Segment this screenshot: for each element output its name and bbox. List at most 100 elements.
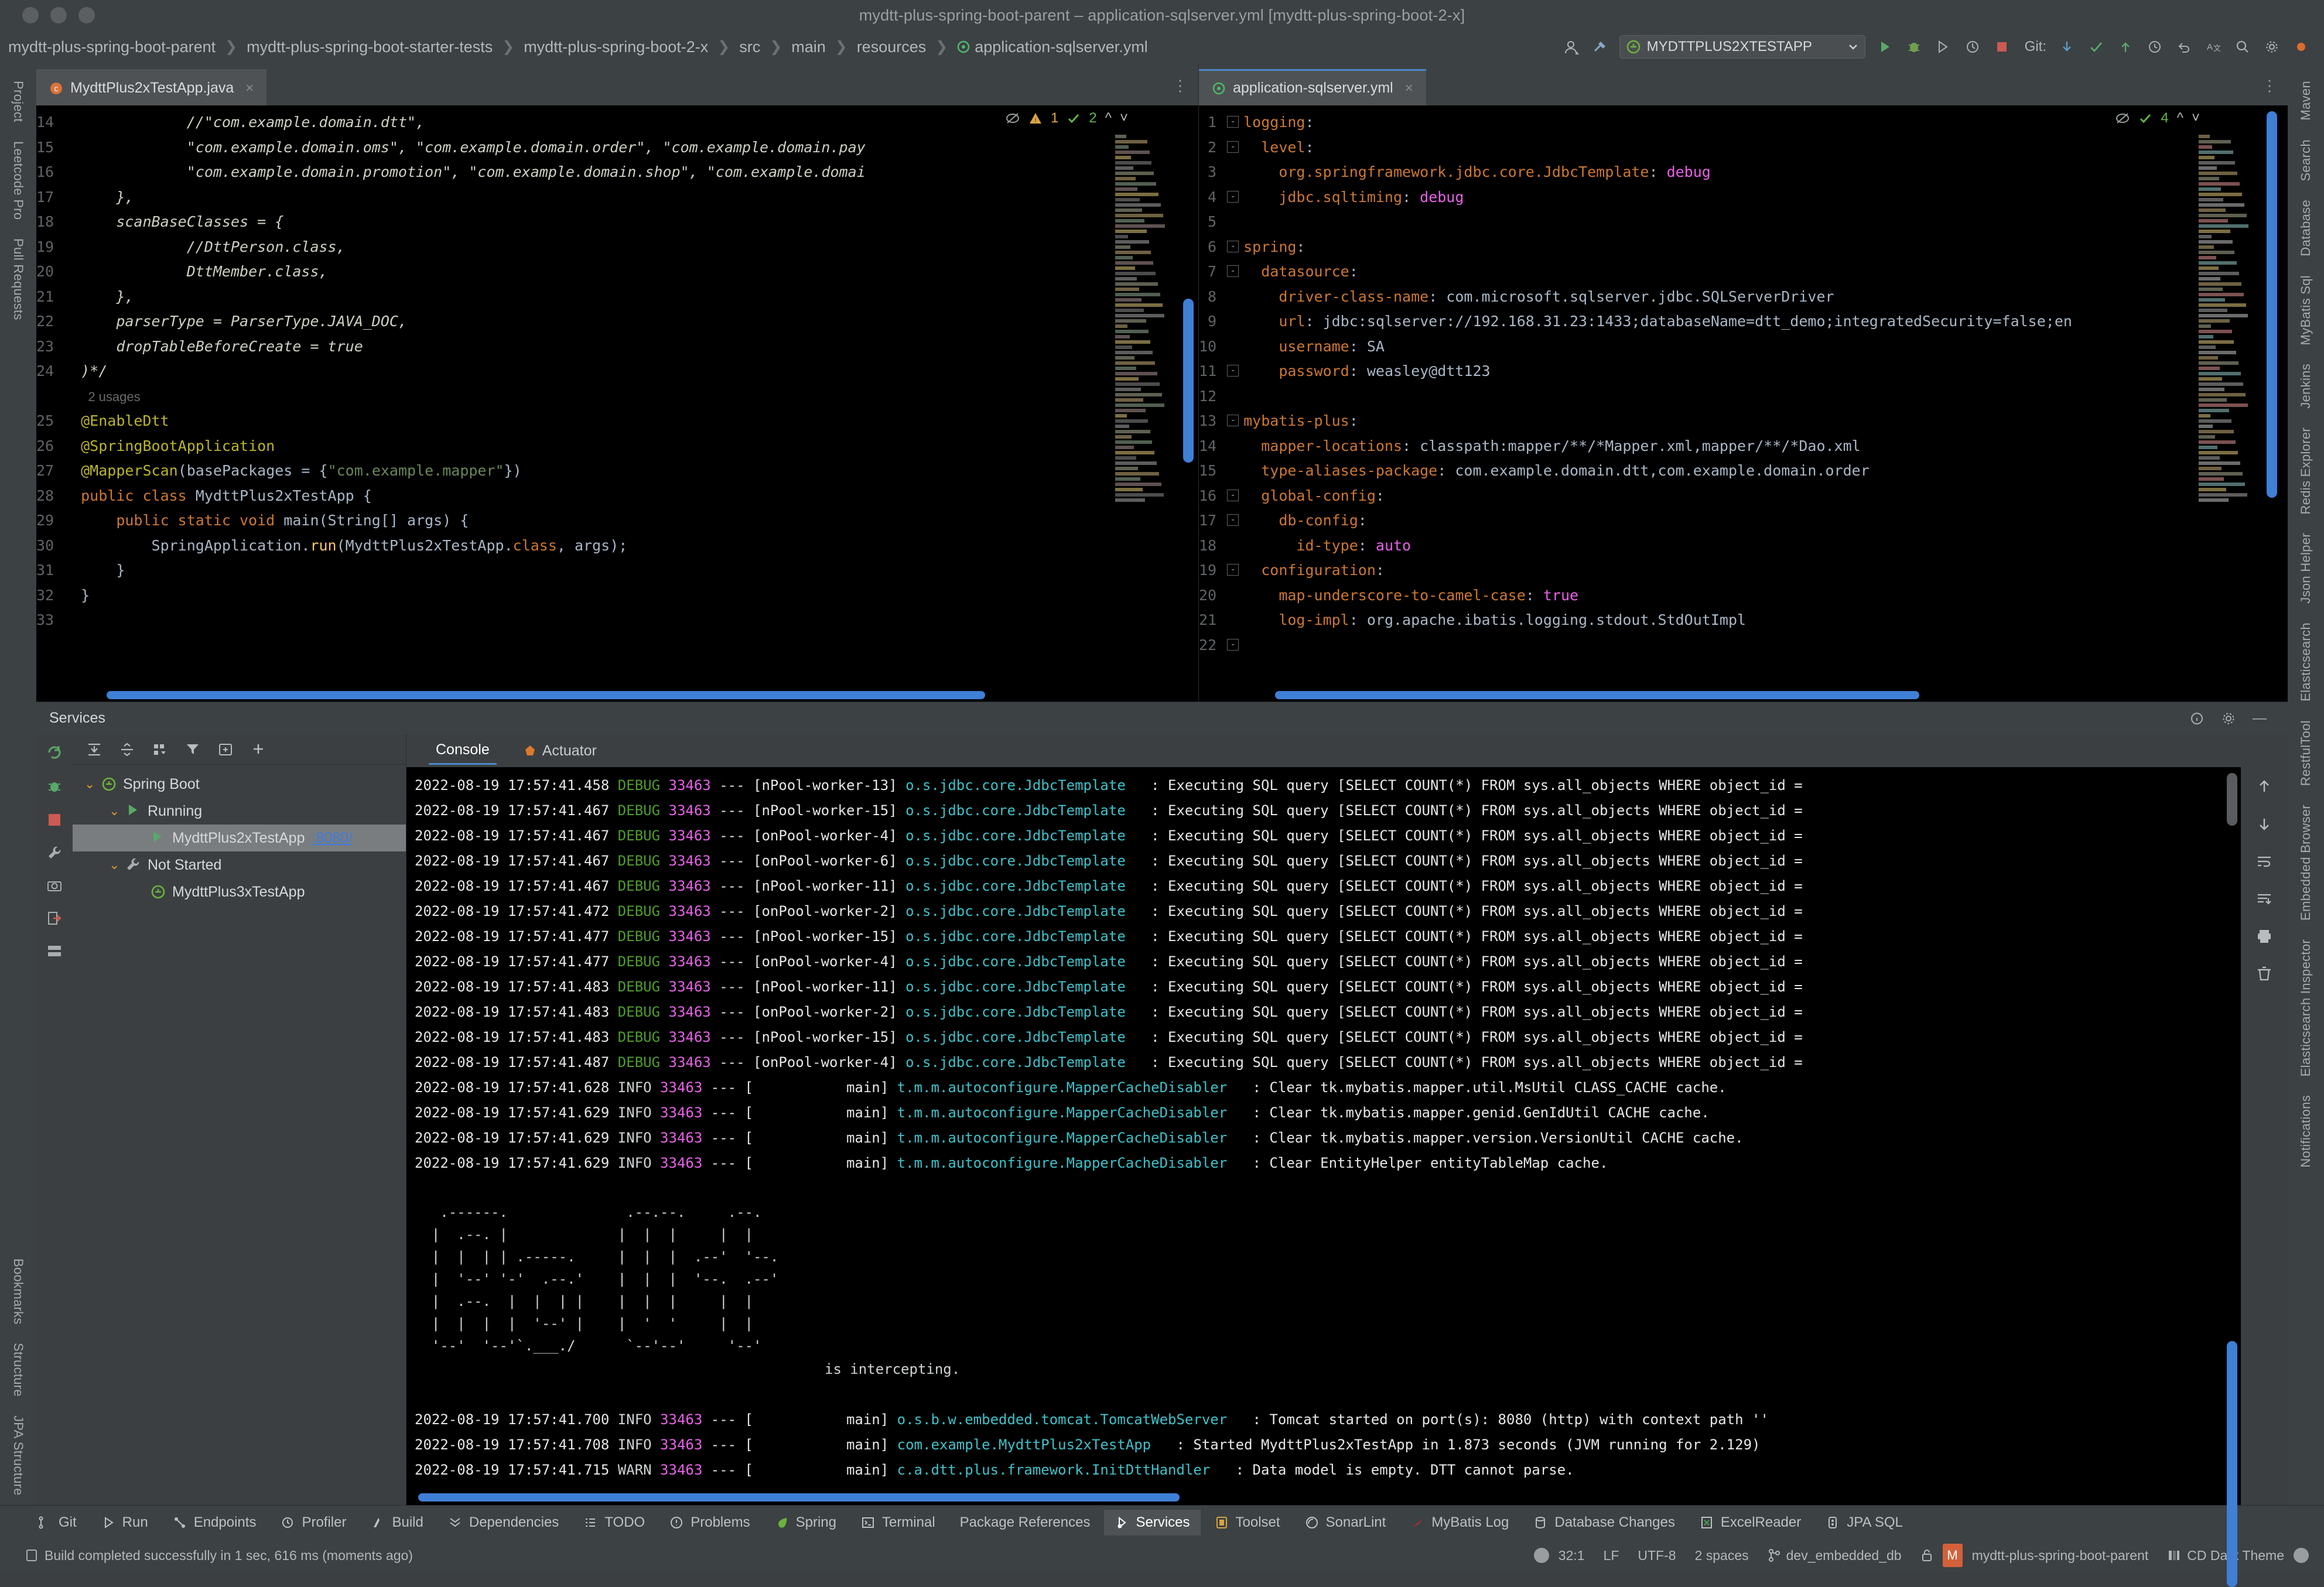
line-separator[interactable]: LF xyxy=(1604,1548,1619,1564)
code-text-yaml[interactable]: logging: level: org.springframework.jdbc… xyxy=(1243,105,2288,702)
right-sidebar-item-mybatis-sql[interactable]: MyBatis Sql xyxy=(2298,275,2313,345)
console-output-area[interactable]: 2022-08-19 17:57:41.458 DEBUG 33463 --- … xyxy=(406,767,2288,1505)
tab-application-sqlserver-yml[interactable]: application-sqlserver.yml × xyxy=(1199,69,1426,105)
fold-marker[interactable]: - xyxy=(1227,191,1239,203)
tool-window-button-excelreader[interactable]: ExcelReader xyxy=(1689,1510,1812,1535)
code-text-java[interactable]: //"com.example.domain.dtt", "com.example… xyxy=(81,105,1198,702)
editor-hscrollbar-java[interactable] xyxy=(107,691,985,699)
right-sidebar-item-restfultool[interactable]: RestfulTool xyxy=(2298,720,2313,786)
tool-window-button-profiler[interactable]: Profiler xyxy=(270,1510,357,1535)
services-tree-row[interactable]: ⌄Not Started xyxy=(73,851,406,878)
memory-indicator[interactable]: M xyxy=(1943,1544,1963,1567)
right-sidebar-item-jenkins[interactable]: Jenkins xyxy=(2298,364,2313,409)
right-sidebar-item-redis-explorer[interactable]: Redis Explorer xyxy=(2298,427,2313,514)
add-service-icon[interactable] xyxy=(251,742,266,757)
editor-hscrollbar-yaml[interactable] xyxy=(1275,691,1919,699)
run-with-coverage-button[interactable] xyxy=(1932,35,1955,59)
prev-highlight-icon[interactable]: ^ xyxy=(2177,110,2183,126)
console-scrollbar[interactable] xyxy=(2227,773,2237,826)
services-help-icon[interactable] xyxy=(2189,711,2205,726)
tool-window-button-spring[interactable]: Spring xyxy=(764,1510,847,1535)
right-sidebar-item-elasticsearch[interactable]: Elasticsearch xyxy=(2298,623,2313,702)
clear-all-icon[interactable] xyxy=(2255,965,2273,983)
collapse-all-icon[interactable] xyxy=(119,742,135,757)
stop-button[interactable] xyxy=(1990,35,2014,59)
fold-marker[interactable]: - xyxy=(1227,265,1239,277)
fold-marker[interactable]: - xyxy=(1227,116,1239,128)
chevron-down-icon[interactable] xyxy=(1847,41,1859,53)
notifications-icon[interactable] xyxy=(2289,35,2313,59)
sidebar-item-project[interactable]: Project xyxy=(11,81,26,122)
readonly-toggle-icon[interactable] xyxy=(1920,1548,1933,1562)
translate-icon[interactable]: A文 xyxy=(2202,35,2225,59)
sidebar-item-leetcode-pro[interactable]: Leetcode Pro xyxy=(11,141,26,220)
add-tab-icon[interactable] xyxy=(218,742,233,757)
breadcrumb[interactable]: mydtt-plus-spring-boot-parent ❯ mydtt-pl… xyxy=(8,38,1148,56)
rerun-icon[interactable] xyxy=(46,744,63,761)
group-icon[interactable] xyxy=(152,742,168,757)
fold-marker[interactable]: - xyxy=(1227,490,1239,501)
code-area-yaml[interactable]: 12345678910111213141516171819202122 ----… xyxy=(1199,105,2288,702)
editor-options-kebab-icon[interactable]: ⋮ xyxy=(1162,77,1198,105)
fold-marker[interactable]: - xyxy=(1227,415,1239,426)
theme-indicator[interactable]: CD Dark Theme xyxy=(2167,1548,2284,1564)
right-sidebar-item-maven[interactable]: Maven xyxy=(2298,81,2313,121)
console-scrollbar-thumb[interactable] xyxy=(2227,1341,2237,1587)
inspection-widget-yaml[interactable]: 4 ^ ˅ xyxy=(2115,110,2200,126)
tool-window-button-package-references[interactable]: Package References xyxy=(949,1510,1101,1535)
tab-mydttplus2xtestapp-java[interactable]: C MydttPlus2xTestApp.java × xyxy=(36,69,266,105)
tab-actuator[interactable]: Actuator xyxy=(517,738,604,764)
console-output[interactable]: 2022-08-19 17:57:41.458 DEBUG 33463 --- … xyxy=(406,767,2241,1505)
profile-button[interactable] xyxy=(1961,35,1984,59)
fold-gutter-yaml[interactable]: ----------- xyxy=(1222,105,1243,702)
wrench-icon[interactable] xyxy=(46,844,63,861)
breadcrumb-item-3[interactable]: src xyxy=(739,38,760,56)
caret-position[interactable]: 32:1 xyxy=(1559,1548,1585,1564)
chevron-down-icon[interactable]: ⌄ xyxy=(109,803,125,819)
right-sidebar-item-elasticsearch-inspector[interactable]: Elasticsearch Inspector xyxy=(2298,939,2313,1076)
tool-window-button-git[interactable]: Git xyxy=(27,1510,87,1535)
no-highlight-icon[interactable] xyxy=(1005,111,1020,126)
tool-window-button-terminal[interactable]: Terminal xyxy=(850,1510,946,1535)
sidebar-item-structure[interactable]: Structure xyxy=(11,1343,26,1397)
debug-icon[interactable] xyxy=(46,778,63,795)
tool-window-button-dependencies[interactable]: Dependencies xyxy=(438,1510,569,1535)
tool-window-button-sonarlint[interactable]: SonarLint xyxy=(1294,1510,1397,1535)
services-minimize-icon[interactable]: — xyxy=(2253,710,2267,727)
close-icon[interactable]: × xyxy=(1405,80,1413,97)
console-hscrollbar[interactable] xyxy=(418,1493,1180,1502)
print-icon[interactable] xyxy=(2255,928,2273,945)
code-minimap-yaml[interactable] xyxy=(2199,135,2255,678)
services-settings-icon[interactable] xyxy=(2221,711,2236,726)
services-tree[interactable]: ⌄Spring Boot⌄RunningMydttPlus2xTestApp:8… xyxy=(73,734,406,1505)
tool-window-button-endpoints[interactable]: Endpoints xyxy=(162,1510,267,1535)
stop-icon[interactable] xyxy=(46,812,63,828)
tab-console[interactable]: Console xyxy=(429,737,497,765)
code-area-java[interactable]: 1415161718192021222324252627282930313233… xyxy=(36,105,1198,702)
tool-window-button-build[interactable]: Build xyxy=(360,1510,433,1535)
notification-status-icon[interactable] xyxy=(2294,1548,2309,1563)
soft-wrap-icon[interactable] xyxy=(2255,853,2273,870)
layout-icon[interactable] xyxy=(46,943,63,959)
indent-setting[interactable]: 2 spaces xyxy=(1695,1548,1749,1564)
run-button[interactable] xyxy=(1873,35,1896,59)
sidebar-item-jpa-structure[interactable]: JPA Structure xyxy=(11,1415,26,1496)
git-commit-icon[interactable] xyxy=(2084,35,2108,59)
breadcrumb-item-6[interactable]: application-sqlserver.yml xyxy=(975,38,1148,56)
fold-marker[interactable]: - xyxy=(1227,564,1239,576)
fold-marker[interactable]: - xyxy=(1227,365,1239,377)
camera-icon[interactable] xyxy=(46,877,63,894)
prev-highlight-icon[interactable]: ^ xyxy=(1105,110,1112,126)
services-tree-row[interactable]: MydttPlus3xTestApp xyxy=(73,878,406,905)
build-hammer-icon[interactable] xyxy=(1588,35,1612,59)
editor-scrollbar-java[interactable] xyxy=(1183,299,1194,463)
right-sidebar-item-database[interactable]: Database xyxy=(2298,200,2313,256)
settings-gear-icon[interactable] xyxy=(2260,35,2284,59)
filter-icon[interactable] xyxy=(185,742,200,757)
chevron-down-icon[interactable]: ⌄ xyxy=(84,777,101,792)
services-tree-rows[interactable]: ⌄Spring Boot⌄RunningMydttPlus2xTestApp:8… xyxy=(73,765,406,905)
expand-all-icon[interactable] xyxy=(87,742,102,757)
user-avatar-icon[interactable] xyxy=(1559,35,1583,59)
next-highlight-icon[interactable]: ˅ xyxy=(1120,110,1128,126)
editor-options-kebab-icon[interactable]: ⋮ xyxy=(2251,77,2288,105)
